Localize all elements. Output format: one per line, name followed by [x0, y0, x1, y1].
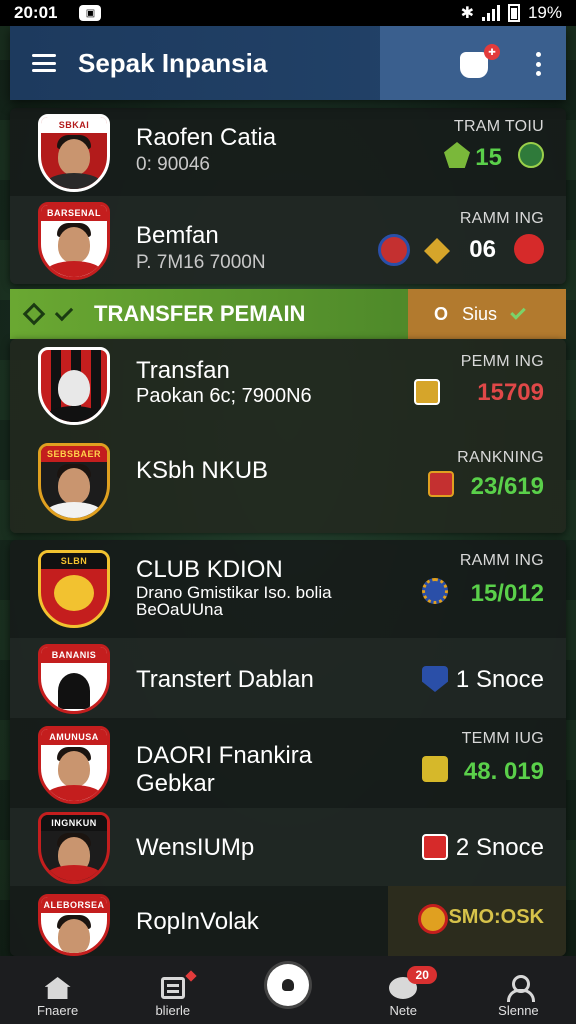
club-badge-icon	[422, 578, 448, 604]
nav-news[interactable]: blierle	[115, 956, 230, 1024]
club-badge-icon	[378, 234, 410, 266]
notification-app-icon: ▣	[79, 5, 102, 21]
list-item[interactable]: AMUNUSA DAORI Fnankira Gebkar TEMM IUG 4…	[10, 718, 566, 808]
stat-label: TRAM TOIU	[453, 118, 544, 135]
player-detail: P. 7M16 7000N	[136, 252, 266, 273]
nav-messages[interactable]: 20 Nete	[346, 956, 461, 1024]
battery-icon	[507, 4, 520, 22]
team-emblem-icon	[422, 834, 448, 860]
list-item[interactable]: BANANIS Transtert Dablan 1 Snoce	[10, 638, 566, 718]
news-icon	[160, 977, 185, 999]
more-options-icon[interactable]	[536, 52, 542, 76]
status-check-icon	[510, 304, 526, 320]
transfer-card: Transfan Paokan 6c; 7900N6 PEMM ING 1570…	[10, 339, 566, 533]
notification-badge-icon: ✚	[484, 44, 500, 60]
notification-icon[interactable]: ✚	[460, 44, 500, 80]
stat-value: SMO:OSK	[448, 906, 544, 928]
list-item[interactable]: INGNKUN WensIUMp 2 Snoce	[10, 808, 566, 886]
club-badge-icon	[518, 142, 544, 168]
player-name: KSbh NKUB	[136, 457, 269, 484]
status-time: 20:01	[14, 3, 58, 22]
club-crest: BARSENAL	[38, 202, 110, 280]
club-crest: SLBN	[38, 550, 110, 628]
app-bar: Sepak Inpansia ✚	[10, 26, 566, 100]
player-card-top: SBKAI Raofen Catia 0: 90046 TRAM TOIU 15…	[10, 108, 566, 284]
player-detail: 0: 90046	[136, 154, 210, 175]
club-detail: Drano Gmistikar Iso. bolia BeOaUUna	[136, 583, 332, 619]
player-name: Bemfan	[136, 222, 219, 249]
list-item[interactable]: SEBSBAER KSbh NKUB RANKNING 23/619	[10, 431, 566, 533]
club-name: CLUB KDION	[136, 556, 283, 583]
club-name: DAORI Fnankira Gebkar	[136, 742, 313, 797]
player-name: Transfan	[136, 357, 230, 384]
club-crest	[38, 347, 110, 425]
stat-value: 06	[469, 236, 496, 263]
status-bar: 20:01 ▣ ✱ 19%	[0, 0, 576, 26]
stat-label: RANKNING	[457, 449, 544, 466]
stat-value: 15/012	[470, 580, 544, 607]
club-name: RopInVolak	[136, 908, 259, 935]
stat-label: PEMM ING	[460, 353, 544, 370]
bottom-navigation: Fnaere blierle 20 Nete Slenne	[0, 956, 576, 1024]
team-emblem-icon	[428, 471, 454, 497]
stat-value: 1 Snoce	[455, 666, 544, 693]
banner-title: TRANSFER PEMAIN	[94, 301, 306, 326]
menu-icon[interactable]	[32, 54, 56, 72]
stat-value: 23/619	[470, 473, 544, 500]
stat-value: 15	[475, 144, 502, 171]
app-title: Sepak Inpansia	[78, 47, 268, 78]
team-emblem-icon	[444, 142, 470, 168]
club-list-card: SLBN CLUB KDION Drano Gmistikar Iso. bol…	[10, 540, 566, 956]
center-action-icon	[267, 964, 309, 1006]
club-name: WensIUMp	[136, 834, 255, 861]
stat-label: TEMM IUG	[461, 730, 544, 747]
home-icon	[44, 977, 71, 999]
club-name: Transtert Dablan	[136, 666, 314, 693]
team-emblem-icon	[422, 756, 448, 782]
banner-status[interactable]: O Sius	[408, 289, 566, 339]
club-crest: ALEBORSEA	[38, 894, 110, 956]
bluetooth-icon: ✱	[460, 5, 474, 22]
nav-home[interactable]: Fnaere	[0, 956, 115, 1024]
news-indicator-icon	[185, 970, 197, 982]
club-badge-icon	[514, 234, 544, 264]
player-detail: Paokan 6c; 7900N6	[136, 385, 312, 407]
stat-label: RAMM ING	[459, 552, 544, 569]
club-badge-icon	[418, 904, 448, 934]
team-emblem-icon	[414, 379, 440, 405]
list-item[interactable]: SLBN CLUB KDION Drano Gmistikar Iso. bol…	[10, 540, 566, 638]
club-crest: AMUNUSA	[38, 726, 110, 804]
nav-center[interactable]	[230, 956, 345, 1024]
club-crest: INGNKUN	[38, 812, 110, 884]
team-emblem-icon	[424, 238, 450, 264]
chat-badge: 20	[407, 966, 438, 984]
user-icon	[506, 975, 536, 1002]
transfer-banner[interactable]: TRANSFER PEMAIN O Sius	[10, 289, 566, 339]
club-crest: SBKAI	[38, 114, 110, 192]
list-item[interactable]: BARSENAL Bemfan P. 7M16 7000N RAMM ING 0…	[10, 196, 566, 284]
stat-value: 2 Snoce	[455, 834, 544, 861]
list-item[interactable]: ALEBORSEA RopInVolak SMO:OSK	[10, 886, 566, 956]
check-icon	[54, 302, 74, 322]
battery-level: 19%	[527, 3, 562, 22]
list-item[interactable]: SBKAI Raofen Catia 0: 90046 TRAM TOIU 15	[10, 108, 566, 196]
signal-icon	[481, 5, 500, 21]
team-emblem-icon	[422, 666, 448, 692]
nav-profile[interactable]: Slenne	[461, 956, 576, 1024]
stat-value: 48. 019	[463, 758, 544, 785]
stat-value: 15709	[477, 379, 544, 406]
diamond-icon	[22, 302, 46, 326]
list-item[interactable]: Transfan Paokan 6c; 7900N6 PEMM ING 1570…	[10, 339, 566, 431]
player-name: Raofen Catia	[136, 124, 277, 151]
club-crest: SEBSBAER	[38, 443, 110, 521]
stat-label: RAMM ING	[459, 210, 544, 227]
club-crest: BANANIS	[38, 644, 110, 714]
